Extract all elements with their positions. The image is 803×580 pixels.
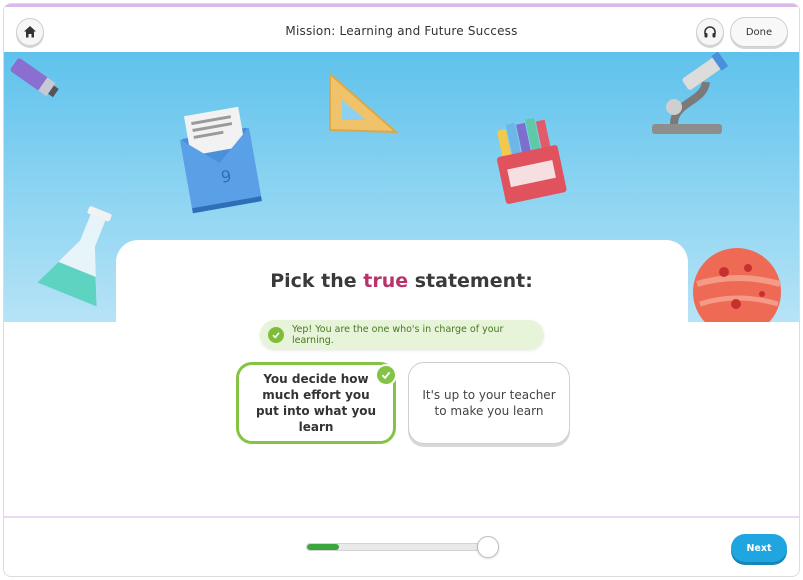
header: Mission: Learning and Future Success Don… [4,7,799,52]
audio-button[interactable] [696,18,724,46]
microscope-icon [652,52,729,134]
prompt-text-after: statement: [408,270,533,292]
feedback-banner: Yep! You are the one who's in charge of … [260,320,544,350]
feedback-text: Yep! You are the one who's in charge of … [292,324,504,346]
done-button[interactable]: Done [730,17,788,47]
app-frame: Mission: Learning and Future Success Don… [3,3,800,577]
progress-fill [307,544,339,550]
prompt-highlight: true [363,270,409,292]
marker-icon [10,58,59,98]
page-title: Mission: Learning and Future Success [285,24,518,38]
progress-bar [306,543,494,551]
flask-icon [37,206,112,307]
progress-knob [477,536,499,558]
answer-option-2[interactable]: It's up to your teacher to make you lear… [408,362,570,444]
answer-option-1-label: You decide how much effort you put into … [255,372,377,434]
question-prompt: Pick the true statement: [4,270,799,292]
envelope-icon: 9 [179,106,262,214]
answer-option-1[interactable]: You decide how much effort you put into … [236,362,396,444]
check-circle-icon [268,327,284,343]
ruler-triangle-icon [329,72,399,134]
selected-check-icon [375,364,397,386]
answer-option-2-label: It's up to your teacher to make you lear… [422,388,556,418]
prompt-text-before: Pick the [270,270,364,292]
footer-divider [4,516,799,518]
next-button[interactable]: Next [731,534,787,562]
crayon-box-icon [496,117,567,204]
headphones-icon [704,26,716,38]
